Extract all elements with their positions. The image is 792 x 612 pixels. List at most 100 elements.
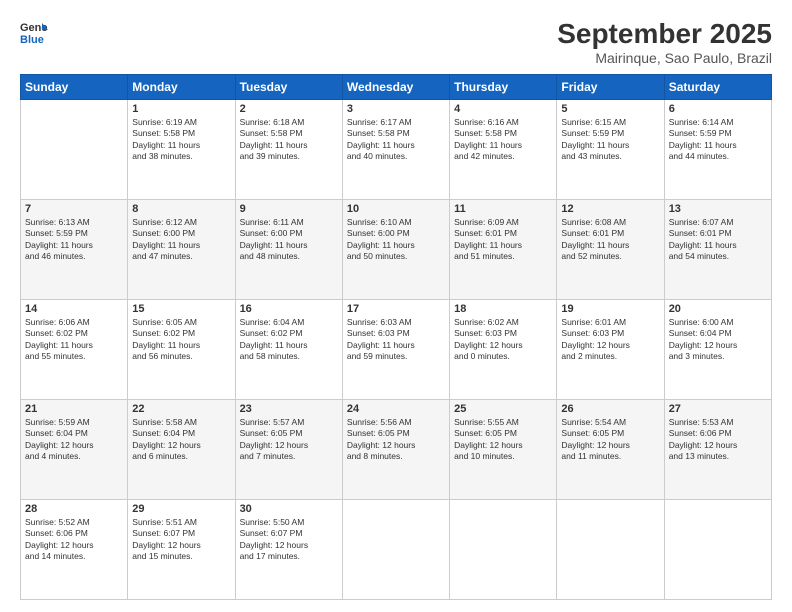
day-info: Sunrise: 5:56 AM Sunset: 6:05 PM Dayligh… [347,417,445,463]
table-row: 28Sunrise: 5:52 AM Sunset: 6:06 PM Dayli… [21,500,128,600]
col-saturday: Saturday [664,75,771,100]
day-info: Sunrise: 6:15 AM Sunset: 5:59 PM Dayligh… [561,117,659,163]
day-info: Sunrise: 6:16 AM Sunset: 5:58 PM Dayligh… [454,117,552,163]
col-thursday: Thursday [450,75,557,100]
day-info: Sunrise: 5:57 AM Sunset: 6:05 PM Dayligh… [240,417,338,463]
day-info: Sunrise: 6:03 AM Sunset: 6:03 PM Dayligh… [347,317,445,363]
day-info: Sunrise: 6:12 AM Sunset: 6:00 PM Dayligh… [132,217,230,263]
table-row [21,100,128,200]
day-info: Sunrise: 6:17 AM Sunset: 5:58 PM Dayligh… [347,117,445,163]
day-number: 6 [669,103,767,115]
day-info: Sunrise: 6:00 AM Sunset: 6:04 PM Dayligh… [669,317,767,363]
table-row: 17Sunrise: 6:03 AM Sunset: 6:03 PM Dayli… [342,300,449,400]
day-number: 2 [240,103,338,115]
day-number: 14 [25,303,123,315]
day-info: Sunrise: 6:13 AM Sunset: 5:59 PM Dayligh… [25,217,123,263]
table-row: 1 Sunrise: 6:19 AM Sunset: 5:58 PM Daylig… [128,100,235,200]
calendar-week-1: 1 Sunrise: 6:19 AM Sunset: 5:58 PM Daylig… [21,100,772,200]
table-row: 16 Sunrise: 6:04 AM Sunset: 6:02 PM Dayli… [235,300,342,400]
day-info: Sunrise: 6:06 AM Sunset: 6:02 PM Dayligh… [25,317,123,363]
day-info: Sunrise: 6:19 AM Sunset: 5:58 PM Dayligh… [132,117,230,163]
calendar-week-3: 14 Sunrise: 6:06 AM Sunset: 6:02 PM Dayli… [21,300,772,400]
day-number: 23 [240,403,338,415]
table-row: 30Sunrise: 5:50 AM Sunset: 6:07 PM Dayli… [235,500,342,600]
calendar-week-2: 7 Sunrise: 6:13 AM Sunset: 5:59 PM Daylig… [21,200,772,300]
day-info: Sunrise: 5:53 AM Sunset: 6:06 PM Dayligh… [669,417,767,463]
day-number: 24 [347,403,445,415]
day-info: Sunrise: 6:11 AM Sunset: 6:00 PM Dayligh… [240,217,338,263]
day-number: 10 [347,203,445,215]
day-number: 25 [454,403,552,415]
calendar-header-row: Sunday Monday Tuesday Wednesday Thursday… [21,75,772,100]
day-info: Sunrise: 6:05 AM Sunset: 6:02 PM Dayligh… [132,317,230,363]
day-number: 21 [25,403,123,415]
calendar: Sunday Monday Tuesday Wednesday Thursday… [20,74,772,600]
day-info: Sunrise: 6:01 AM Sunset: 6:03 PM Dayligh… [561,317,659,363]
day-number: 5 [561,103,659,115]
table-row: 27 Sunrise: 5:53 AM Sunset: 6:06 PM Dayli… [664,400,771,500]
table-row: 26Sunrise: 5:54 AM Sunset: 6:05 PM Dayli… [557,400,664,500]
day-info: Sunrise: 5:59 AM Sunset: 6:04 PM Dayligh… [25,417,123,463]
day-number: 26 [561,403,659,415]
day-number: 12 [561,203,659,215]
table-row: 29 Sunrise: 5:51 AM Sunset: 6:07 PM Dayli… [128,500,235,600]
day-info: Sunrise: 6:08 AM Sunset: 6:01 PM Dayligh… [561,217,659,263]
day-number: 22 [132,403,230,415]
title-block: September 2025 Mairinque, Sao Paulo, Bra… [557,18,772,66]
day-number: 4 [454,103,552,115]
table-row: 19 Sunrise: 6:01 AM Sunset: 6:03 PM Dayli… [557,300,664,400]
table-row [664,500,771,600]
day-number: 15 [132,303,230,315]
header: General Blue September 2025 Mairinque, S… [20,18,772,66]
day-info: Sunrise: 5:55 AM Sunset: 6:05 PM Dayligh… [454,417,552,463]
table-row: 9 Sunrise: 6:11 AM Sunset: 6:00 PM Daylig… [235,200,342,300]
day-number: 11 [454,203,552,215]
table-row: 22 Sunrise: 5:58 AM Sunset: 6:04 PM Dayli… [128,400,235,500]
logo-icon: General Blue [20,18,48,46]
day-number: 8 [132,203,230,215]
day-number: 18 [454,303,552,315]
logo: General Blue [20,18,48,46]
day-info: Sunrise: 5:58 AM Sunset: 6:04 PM Dayligh… [132,417,230,463]
col-friday: Friday [557,75,664,100]
table-row: 20Sunrise: 6:00 AM Sunset: 6:04 PM Dayli… [664,300,771,400]
day-info: Sunrise: 5:50 AM Sunset: 6:07 PM Dayligh… [240,517,338,563]
table-row: 13Sunrise: 6:07 AM Sunset: 6:01 PM Dayli… [664,200,771,300]
table-row: 25 Sunrise: 5:55 AM Sunset: 6:05 PM Dayli… [450,400,557,500]
day-number: 27 [669,403,767,415]
day-number: 1 [132,103,230,115]
calendar-week-5: 28Sunrise: 5:52 AM Sunset: 6:06 PM Dayli… [21,500,772,600]
table-row: 4 Sunrise: 6:16 AM Sunset: 5:58 PM Daylig… [450,100,557,200]
day-info: Sunrise: 6:04 AM Sunset: 6:02 PM Dayligh… [240,317,338,363]
day-number: 29 [132,503,230,515]
table-row: 23 Sunrise: 5:57 AM Sunset: 6:05 PM Dayli… [235,400,342,500]
day-number: 7 [25,203,123,215]
day-info: Sunrise: 6:18 AM Sunset: 5:58 PM Dayligh… [240,117,338,163]
day-info: Sunrise: 5:51 AM Sunset: 6:07 PM Dayligh… [132,517,230,563]
day-number: 19 [561,303,659,315]
table-row: 6 Sunrise: 6:14 AM Sunset: 5:59 PM Daylig… [664,100,771,200]
table-row: 8 Sunrise: 6:12 AM Sunset: 6:00 PM Daylig… [128,200,235,300]
table-row: 15 Sunrise: 6:05 AM Sunset: 6:02 PM Dayli… [128,300,235,400]
table-row: 2 Sunrise: 6:18 AM Sunset: 5:58 PM Daylig… [235,100,342,200]
day-info: Sunrise: 5:52 AM Sunset: 6:06 PM Dayligh… [25,517,123,563]
day-number: 9 [240,203,338,215]
page: General Blue September 2025 Mairinque, S… [0,0,792,612]
day-info: Sunrise: 6:02 AM Sunset: 6:03 PM Dayligh… [454,317,552,363]
table-row [557,500,664,600]
day-number: 3 [347,103,445,115]
table-row: 3 Sunrise: 6:17 AM Sunset: 5:58 PM Daylig… [342,100,449,200]
table-row: 24 Sunrise: 5:56 AM Sunset: 6:05 PM Dayli… [342,400,449,500]
table-row: 5 Sunrise: 6:15 AM Sunset: 5:59 PM Daylig… [557,100,664,200]
table-row: 7 Sunrise: 6:13 AM Sunset: 5:59 PM Daylig… [21,200,128,300]
day-info: Sunrise: 6:14 AM Sunset: 5:59 PM Dayligh… [669,117,767,163]
table-row: 12 Sunrise: 6:08 AM Sunset: 6:01 PM Dayli… [557,200,664,300]
col-monday: Monday [128,75,235,100]
day-number: 16 [240,303,338,315]
day-info: Sunrise: 6:09 AM Sunset: 6:01 PM Dayligh… [454,217,552,263]
table-row: 18 Sunrise: 6:02 AM Sunset: 6:03 PM Dayli… [450,300,557,400]
day-number: 13 [669,203,767,215]
subtitle: Mairinque, Sao Paulo, Brazil [557,50,772,66]
table-row: 14 Sunrise: 6:06 AM Sunset: 6:02 PM Dayli… [21,300,128,400]
table-row: 10Sunrise: 6:10 AM Sunset: 6:00 PM Dayli… [342,200,449,300]
